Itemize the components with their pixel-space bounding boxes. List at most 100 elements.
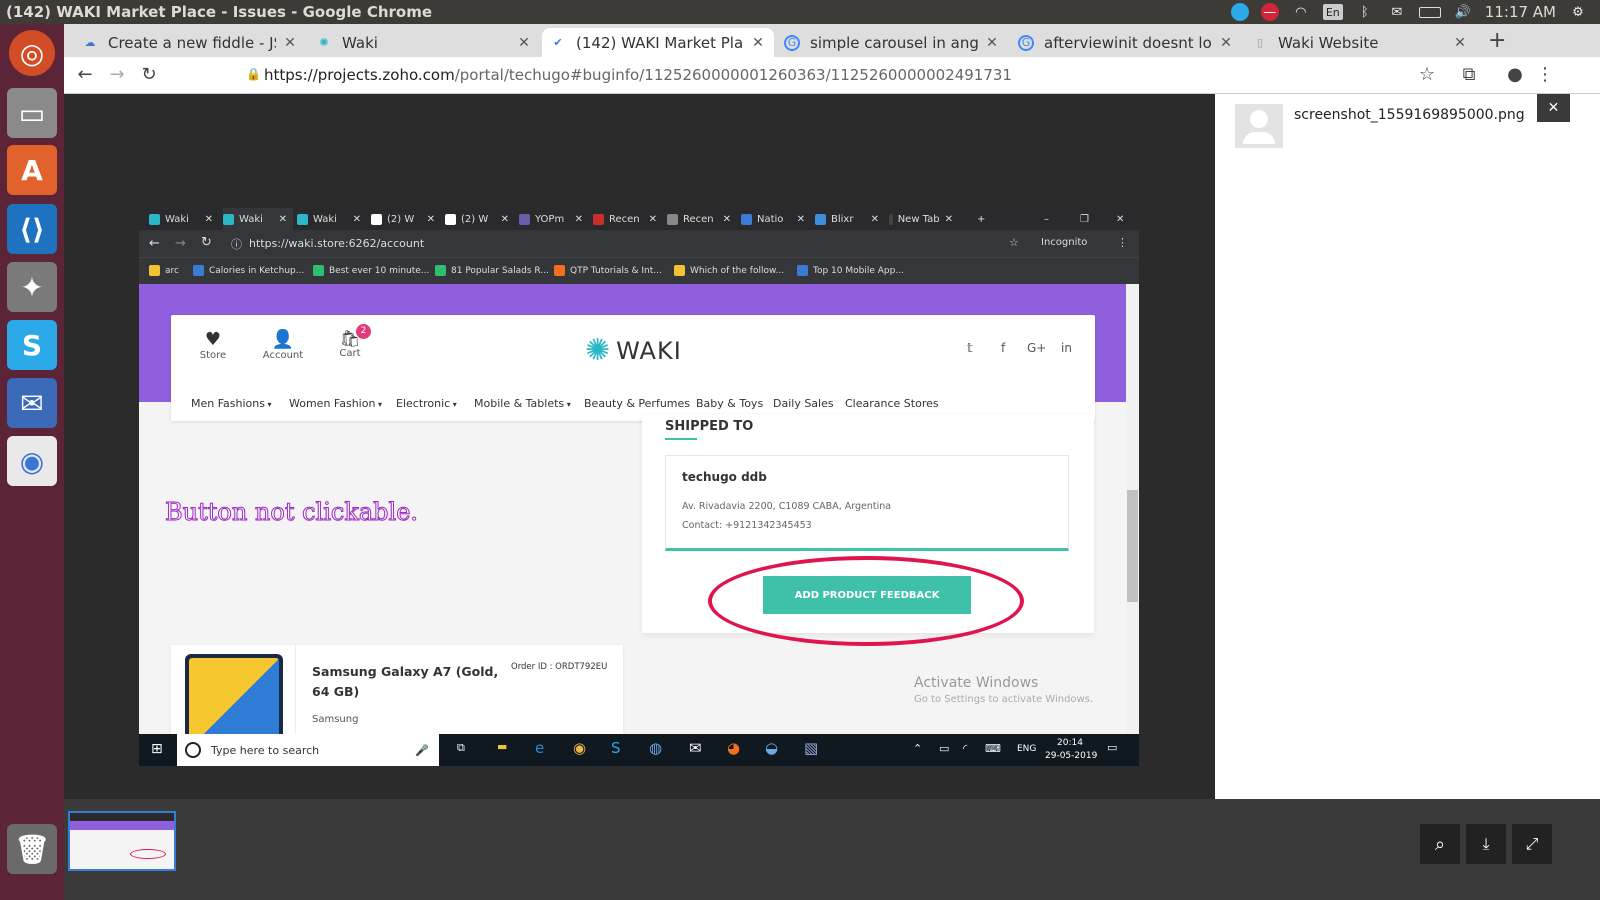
tab-zoho-issues[interactable]: ✔ (142) WAKI Market Place - Issues✕ bbox=[542, 28, 774, 57]
inner-tab-favicon bbox=[741, 213, 752, 225]
header-store: ♥ Store bbox=[188, 329, 238, 361]
new-tab-button[interactable]: + bbox=[1488, 28, 1506, 53]
inner-tab: Recen ✕ bbox=[667, 208, 737, 230]
skype-tray-icon[interactable] bbox=[1230, 3, 1249, 21]
category-nav-item: Baby & Toys bbox=[696, 397, 764, 410]
inner-tab: New Tab ✕ bbox=[889, 208, 959, 230]
inner-star-icon: ☆ bbox=[1009, 236, 1019, 249]
inner-tab: Waki ✕ bbox=[297, 208, 367, 230]
trash-icon[interactable]: 🗑 bbox=[7, 824, 57, 874]
bluetooth-icon[interactable]: ᛒ bbox=[1355, 4, 1375, 20]
extension-icon[interactable]: ⧉ bbox=[1458, 64, 1480, 85]
settings-gear-icon[interactable]: ⚙ bbox=[1568, 4, 1588, 20]
download-icon[interactable]: ⤓ bbox=[1466, 824, 1506, 864]
menu-icon[interactable]: ⋮ bbox=[1534, 64, 1556, 85]
attached-screenshot: Waki ✕ Waki ✕ Waki ✕ (2) W ✕ (2) W ✕ YOPm ✕ Recen ✕ Re… bbox=[139, 203, 1139, 766]
ship-address: Av. Rivadavia 2200, C1089 CABA, Argentin… bbox=[682, 501, 892, 512]
inner-scrollbar bbox=[1126, 284, 1139, 734]
close-icon[interactable]: ✕ bbox=[516, 35, 532, 51]
close-icon[interactable]: ✕ bbox=[984, 35, 1000, 51]
mail-icon[interactable]: ✉ bbox=[1387, 4, 1407, 20]
bookmark-item: Calories in Ketchup... bbox=[193, 265, 304, 276]
tray-battery-icon: ▭ bbox=[939, 742, 950, 755]
shipping-card: SHIPPED TO techugo ddb Av. Rivadavia 220… bbox=[642, 415, 1094, 646]
inner-tab: Blixr ✕ bbox=[815, 208, 885, 230]
tab-waki-website[interactable]: ▯ Waki Website ✕ bbox=[1244, 28, 1476, 57]
bookmark-item: Which of the follow... bbox=[674, 265, 784, 276]
close-icon[interactable]: ✕ bbox=[1218, 35, 1234, 51]
vscode-icon[interactable]: ⟨⟩ bbox=[7, 204, 57, 254]
linkedin-icon: in bbox=[1061, 341, 1072, 355]
bookmark-favicon bbox=[797, 265, 808, 276]
chevron-down-icon: ▾ bbox=[564, 400, 571, 409]
inner-tab-favicon bbox=[371, 213, 382, 225]
bookmark-star-icon[interactable]: ☆ bbox=[1416, 64, 1438, 85]
tab-waki[interactable]: ✺ Waki ✕ bbox=[308, 28, 540, 57]
activate-windows-title: Activate Windows bbox=[914, 675, 1039, 691]
ship-name: techugo ddb bbox=[682, 470, 767, 484]
battery-icon[interactable] bbox=[1418, 6, 1441, 18]
volume-icon[interactable]: 🔊 bbox=[1453, 4, 1473, 20]
taskbar-skype-icon: S bbox=[611, 739, 621, 757]
system-top-bar: (142) WAKI Market Place - Issues - Googl… bbox=[0, 0, 1600, 24]
bookmark-item: arc bbox=[149, 265, 179, 276]
inner-menu-icon: ⋮ bbox=[1117, 236, 1128, 249]
tray-time: 20:14 bbox=[1057, 738, 1083, 748]
inner-tab: (2) W ✕ bbox=[445, 208, 515, 230]
bookmark-favicon bbox=[674, 265, 685, 276]
windows-start-icon: ⊞ bbox=[151, 741, 163, 757]
close-icon: ✕ bbox=[500, 213, 509, 225]
tab-jsfiddle[interactable]: ☁ Create a new fiddle - JSFiddle✕ bbox=[74, 28, 306, 57]
wifi-icon[interactable]: ◠ bbox=[1291, 4, 1311, 20]
chrome-icon[interactable]: ◉ bbox=[7, 436, 57, 486]
inner-bookmarks-bar: arc Calories in Ketchup... Best ever 10 mi… bbox=[139, 257, 1139, 284]
close-icon[interactable]: ✕ bbox=[750, 35, 766, 51]
task-view-icon: ⧉ bbox=[457, 741, 465, 754]
viewer-close-button[interactable]: ✕ bbox=[1537, 94, 1570, 122]
address-bar[interactable]: https://projects.zoho.com/portal/techugo… bbox=[264, 66, 1012, 84]
software-center-icon[interactable]: A bbox=[7, 145, 57, 195]
waki-icon: ✺ bbox=[319, 36, 329, 49]
launcher: ◎ ▭ A ⟨⟩ ✦ S ✉ ◉ 🗑 bbox=[0, 24, 64, 900]
edge-icon: e bbox=[535, 739, 545, 757]
tray-network-icon: ◜ bbox=[963, 742, 968, 755]
keyboard-lang-indicator[interactable]: En bbox=[1322, 4, 1343, 20]
page-icon: ▯ bbox=[1256, 36, 1264, 49]
window-title: (142) WAKI Market Place - Issues - Googl… bbox=[6, 3, 433, 21]
tab-afterviewinit-search[interactable]: G afterviewinit doesnt load ✕ bbox=[1010, 28, 1242, 57]
zoom-icon[interactable]: ⌕ bbox=[1420, 824, 1460, 864]
back-button[interactable]: ← bbox=[74, 64, 96, 85]
close-icon: ✕ bbox=[648, 213, 657, 225]
microphone-icon: 🎤 bbox=[415, 743, 429, 757]
chevron-down-icon: ▾ bbox=[264, 400, 272, 409]
ubuntu-logo-icon[interactable]: ◎ bbox=[9, 30, 55, 76]
fullscreen-icon[interactable]: ⤢ bbox=[1512, 824, 1552, 864]
tray-lang: ENG bbox=[1017, 744, 1037, 754]
inner-tab-favicon bbox=[223, 213, 234, 225]
thunderbird-icon[interactable]: ✉ bbox=[7, 378, 57, 428]
category-nav-item: Daily Sales bbox=[773, 397, 834, 410]
inner-tab-favicon bbox=[593, 213, 604, 225]
close-icon[interactable]: ✕ bbox=[1452, 35, 1468, 51]
tab-carousel-search[interactable]: G simple carousel in angular✕ bbox=[776, 28, 1008, 57]
taskbar-globe-icon: ◍ bbox=[649, 739, 663, 757]
thumbnail-screenshot[interactable] bbox=[68, 811, 176, 871]
ship-contact: Contact: +9121342345453 bbox=[682, 520, 812, 531]
windows-taskbar: ⊞ Type here to search 🎤 ⧉ ▬ e ◉ S ◍ ✉ ◕ … bbox=[139, 734, 1139, 766]
inner-tab: Waki ✕ bbox=[149, 208, 219, 230]
close-icon[interactable]: ✕ bbox=[282, 35, 298, 51]
skype-icon[interactable]: S bbox=[7, 320, 57, 370]
thumbnail-strip: ⌕ ⤓ ⤢ bbox=[64, 799, 1600, 900]
tray-date: 29-05-2019 bbox=[1045, 751, 1098, 761]
file-manager-icon[interactable]: ▭ bbox=[7, 88, 57, 138]
incognito-label: Incognito bbox=[1041, 237, 1088, 248]
windows-search-box: Type here to search 🎤 bbox=[177, 734, 439, 766]
system-settings-icon[interactable]: ✦ bbox=[7, 262, 57, 312]
forward-button[interactable]: → bbox=[106, 64, 128, 85]
reload-button[interactable]: ↻ bbox=[138, 64, 160, 85]
inner-tab-favicon bbox=[297, 213, 308, 225]
attachment-filename[interactable]: screenshot_1559169895000.png bbox=[1294, 107, 1525, 123]
clock[interactable]: 11:17 AM bbox=[1485, 3, 1556, 21]
block-tray-icon[interactable]: — bbox=[1260, 3, 1279, 21]
profile-icon[interactable]: ● bbox=[1504, 64, 1526, 85]
